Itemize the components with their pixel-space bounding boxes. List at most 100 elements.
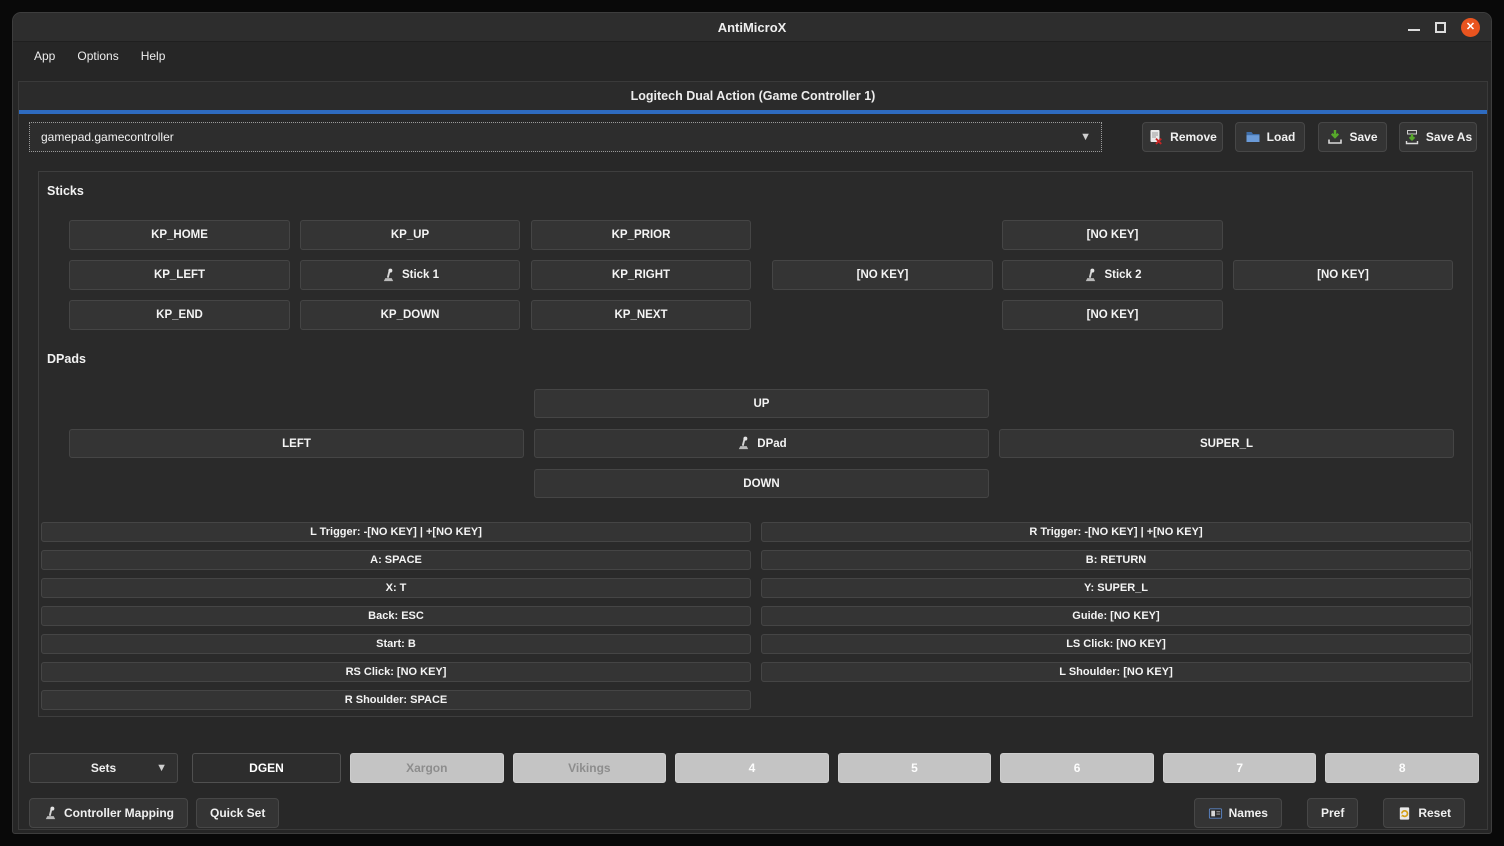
set-tab-4[interactable]: 4 — [675, 753, 829, 783]
pref-label: Pref — [1321, 806, 1344, 820]
stick1-up-button[interactable]: KP_UP — [300, 220, 520, 250]
maximize-icon[interactable] — [1435, 22, 1446, 33]
titlebar: AntiMicroX ✕ — [13, 13, 1491, 42]
window-controls: ✕ — [1408, 13, 1480, 41]
set-tab-6[interactable]: 6 — [1000, 753, 1154, 783]
stick2-right-button[interactable]: [NO KEY] — [1233, 260, 1453, 290]
remove-icon — [1148, 129, 1164, 145]
menu-options[interactable]: Options — [68, 45, 127, 67]
dpads-heading: DPads — [47, 352, 86, 366]
stick1-down-left-button[interactable]: KP_END — [69, 300, 290, 330]
chevron-down-icon: ▼ — [156, 762, 167, 774]
dpad-right-button[interactable]: SUPER_L — [999, 429, 1454, 458]
pref-button[interactable]: Pref — [1307, 798, 1358, 828]
guide-button[interactable]: Guide: [NO KEY] — [761, 606, 1471, 626]
tab-accent-underline — [19, 110, 1487, 114]
stick1-center-button[interactable]: Stick 1 — [300, 260, 520, 290]
x-button[interactable]: X: T — [41, 578, 751, 598]
set-tab-active[interactable]: DGEN — [192, 753, 341, 783]
app-window: AntiMicroX ✕ App Options Help Logitech D… — [12, 12, 1492, 834]
button-rows-left: L Trigger: -[NO KEY] | +[NO KEY] A: SPAC… — [41, 522, 751, 710]
menu-app[interactable]: App — [25, 45, 64, 67]
dpad-up-button[interactable]: UP — [534, 389, 989, 418]
save-button[interactable]: Save — [1318, 122, 1387, 152]
remove-button[interactable]: Remove — [1142, 122, 1223, 152]
controller-mapping-label: Controller Mapping — [64, 806, 174, 820]
b-button[interactable]: B: RETURN — [761, 550, 1471, 570]
joystick-icon — [381, 268, 396, 283]
footer-right: Names Pref Reset — [1194, 798, 1465, 828]
controller-mapping-button[interactable]: Controller Mapping — [29, 798, 188, 828]
stick1-right-button[interactable]: KP_RIGHT — [531, 260, 751, 290]
set-tab-8[interactable]: 8 — [1325, 753, 1479, 783]
profile-combobox[interactable]: gamepad.gamecontroller ▼ — [29, 122, 1102, 152]
stick1-down-right-button[interactable]: KP_NEXT — [531, 300, 751, 330]
close-icon[interactable]: ✕ — [1461, 18, 1480, 37]
controller-tab-label: Logitech Dual Action (Game Controller 1) — [631, 89, 876, 103]
menubar: App Options Help — [13, 42, 1491, 69]
joystick-icon — [43, 806, 58, 821]
save-as-button-label: Save As — [1426, 130, 1472, 144]
start-button[interactable]: Start: B — [41, 634, 751, 654]
set-tab-5[interactable]: 5 — [838, 753, 992, 783]
stick1-left-button[interactable]: KP_LEFT — [69, 260, 290, 290]
stick2-up-button[interactable]: [NO KEY] — [1002, 220, 1223, 250]
stick2-down-button[interactable]: [NO KEY] — [1002, 300, 1223, 330]
r-trigger-button[interactable]: R Trigger: -[NO KEY] | +[NO KEY] — [761, 522, 1471, 542]
reset-button[interactable]: Reset — [1383, 798, 1465, 828]
save-as-button[interactable]: Save As — [1399, 122, 1477, 152]
set-tab-2[interactable]: Xargon — [350, 753, 504, 783]
stick1-up-left-button[interactable]: KP_HOME — [69, 220, 290, 250]
profile-selected-value: gamepad.gamecontroller — [41, 130, 174, 144]
mapping-panel: Sticks KP_HOME KP_UP KP_PRIOR KP_LEFT St… — [38, 171, 1473, 717]
profile-combobox-inner: gamepad.gamecontroller — [32, 125, 1078, 149]
controller-tab[interactable]: Logitech Dual Action (Game Controller 1) — [19, 82, 1487, 110]
joystick-icon — [1083, 268, 1098, 283]
chevron-down-icon: ▼ — [1080, 131, 1091, 143]
set-tab-3[interactable]: Vikings — [513, 753, 667, 783]
dpad-left-button[interactable]: LEFT — [69, 429, 524, 458]
button-rows-right: R Trigger: -[NO KEY] | +[NO KEY] B: RETU… — [761, 522, 1471, 682]
r-shoulder-button[interactable]: R Shoulder: SPACE — [41, 690, 751, 710]
controller-frame: Logitech Dual Action (Game Controller 1)… — [18, 81, 1488, 830]
save-icon — [1327, 129, 1343, 145]
load-folder-icon — [1245, 129, 1261, 145]
load-button[interactable]: Load — [1235, 122, 1305, 152]
quick-set-label: Quick Set — [210, 806, 265, 820]
stick2-center-button[interactable]: Stick 2 — [1002, 260, 1223, 290]
dpad-center-button[interactable]: DPad — [534, 429, 989, 458]
y-button[interactable]: Y: SUPER_L — [761, 578, 1471, 598]
stick1-up-right-button[interactable]: KP_PRIOR — [531, 220, 751, 250]
footer-left: Controller Mapping Quick Set — [29, 798, 279, 828]
reset-icon — [1397, 806, 1412, 821]
sets-dropdown-label: Sets — [91, 761, 116, 775]
rs-click-button[interactable]: RS Click: [NO KEY] — [41, 662, 751, 682]
reset-label: Reset — [1418, 806, 1451, 820]
l-shoulder-button[interactable]: L Shoulder: [NO KEY] — [761, 662, 1471, 682]
menu-help[interactable]: Help — [132, 45, 175, 67]
window-title: AntiMicroX — [718, 20, 787, 35]
quick-set-button[interactable]: Quick Set — [196, 798, 279, 828]
stick2-left-button[interactable]: [NO KEY] — [772, 260, 993, 290]
minimize-icon[interactable] — [1408, 29, 1420, 31]
a-button[interactable]: A: SPACE — [41, 550, 751, 570]
stick1-down-button[interactable]: KP_DOWN — [300, 300, 520, 330]
remove-button-label: Remove — [1170, 130, 1217, 144]
save-button-label: Save — [1349, 130, 1377, 144]
set-tab-7[interactable]: 7 — [1163, 753, 1317, 783]
names-icon — [1208, 806, 1223, 821]
back-button[interactable]: Back: ESC — [41, 606, 751, 626]
sticks-heading: Sticks — [47, 184, 84, 198]
ls-click-button[interactable]: LS Click: [NO KEY] — [761, 634, 1471, 654]
dpad-down-button[interactable]: DOWN — [534, 469, 989, 498]
dpad-center-label: DPad — [757, 438, 786, 450]
names-button[interactable]: Names — [1194, 798, 1282, 828]
save-as-icon — [1404, 129, 1420, 145]
sets-dropdown[interactable]: Sets ▼ — [29, 753, 178, 783]
load-button-label: Load — [1267, 130, 1296, 144]
stick1-center-label: Stick 1 — [402, 269, 439, 281]
stick2-center-label: Stick 2 — [1104, 269, 1141, 281]
joystick-icon — [736, 436, 751, 451]
l-trigger-button[interactable]: L Trigger: -[NO KEY] | +[NO KEY] — [41, 522, 751, 542]
names-label: Names — [1229, 806, 1268, 820]
